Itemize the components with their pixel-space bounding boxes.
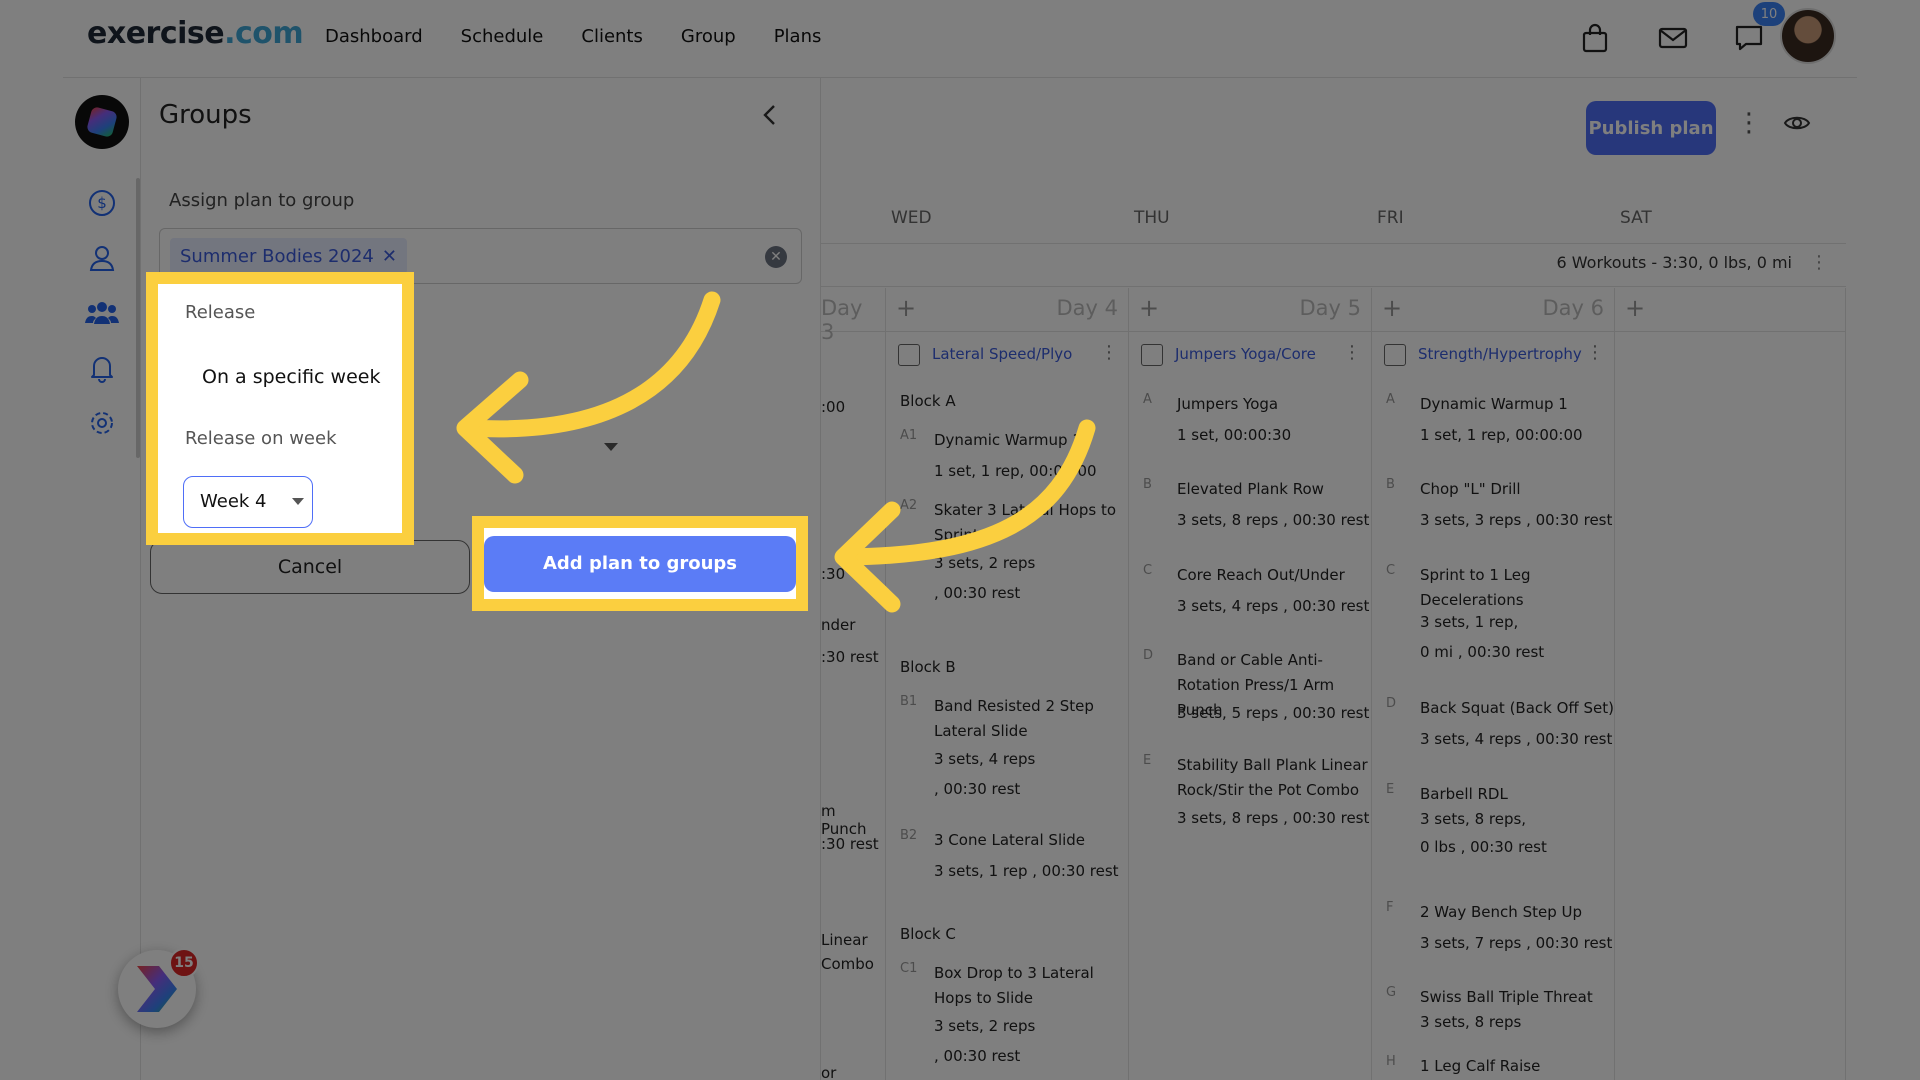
block-label: Block B xyxy=(900,658,956,676)
partial-text: or xyxy=(821,1064,837,1080)
day-column-7: + xyxy=(1615,288,1846,1080)
week-summary-row: 6 Workouts - 3:30, 0 lbs, 0 mi ⋮ xyxy=(821,243,1846,287)
cancel-button[interactable]: Cancel xyxy=(150,540,470,594)
add-plan-to-groups-button[interactable]: Add plan to groups xyxy=(484,535,796,592)
page-margin-right xyxy=(1857,0,1920,1080)
partial-text: :30 rest xyxy=(821,835,879,853)
day-column-4: + Day 4 Lateral Speed/Plyo ⋮ Block A A1 Dy… xyxy=(886,288,1129,1080)
day-column-5: + Day 5 Jumpers Yoga/Core ⋮ A Jumpers Yoga… xyxy=(1129,288,1372,1080)
clear-selection-icon[interactable]: ✕ xyxy=(765,246,787,268)
summary-more-icon[interactable]: ⋮ xyxy=(1810,252,1828,273)
day-header: + Day 4 xyxy=(886,288,1128,332)
release-label: Release xyxy=(185,302,256,323)
add-workout-icon[interactable]: + xyxy=(1139,294,1159,322)
bell-icon[interactable] xyxy=(85,351,119,385)
plan-calendar: Publish plan ⋮ WED THU FRI SAT 6 Workout… xyxy=(821,78,1857,1080)
top-navigation-bar: exercise.com Dashboard Schedule Clients … xyxy=(63,0,1857,78)
weekday-thu: THU xyxy=(1134,208,1170,228)
release-settings-highlight: Release On a specific week Release on we… xyxy=(146,272,414,545)
nav-plans[interactable]: Plans xyxy=(774,26,822,47)
assign-plan-label: Assign plan to group xyxy=(169,190,355,211)
nav-clients[interactable]: Clients xyxy=(581,26,643,47)
chip-label: Summer Bodies 2024 xyxy=(180,245,374,267)
group-icon[interactable] xyxy=(85,296,119,330)
weekday-sat: SAT xyxy=(1620,208,1652,228)
workout-title[interactable]: Lateral Speed/Plyo xyxy=(932,345,1072,363)
add-workout-icon[interactable]: + xyxy=(1625,294,1645,322)
publish-plan-button[interactable]: Publish plan xyxy=(1586,101,1716,155)
block-label: Block A xyxy=(900,392,956,410)
svg-text:$: $ xyxy=(97,194,107,212)
partial-text: nder xyxy=(821,616,856,634)
week-summary: 6 Workouts - 3:30, 0 lbs, 0 mi xyxy=(1556,253,1792,272)
workout-header: Strength/Hypertrophy ⋮ xyxy=(1372,332,1614,376)
preview-eye-icon[interactable] xyxy=(1781,108,1813,138)
release-dropdown-caret-icon[interactable] xyxy=(604,443,618,451)
widget-badge: 15 xyxy=(169,948,199,978)
dollar-icon[interactable]: $ xyxy=(85,186,119,220)
workout-more-icon[interactable]: ⋮ xyxy=(1100,342,1118,363)
collapse-panel-icon[interactable] xyxy=(761,104,779,132)
weekday-wed: WED xyxy=(891,208,932,228)
sidebar-scrollbar[interactable] xyxy=(136,178,140,458)
workout-more-icon[interactable]: ⋮ xyxy=(1586,342,1604,363)
day-header: + Day 6 xyxy=(1372,288,1614,332)
main-nav: Dashboard Schedule Clients Group Plans xyxy=(325,26,821,47)
day-column-3: Day 3 :00 :30 nder :30 rest m Punch :30 … xyxy=(821,288,886,1080)
day-header: Day 3 xyxy=(821,288,885,344)
workout-checkbox[interactable] xyxy=(898,344,920,366)
partial-text: :30 rest xyxy=(821,648,879,666)
brand-icon[interactable] xyxy=(75,95,129,149)
workout-checkbox[interactable] xyxy=(1384,344,1406,366)
partial-text: :00 xyxy=(821,398,846,416)
add-workout-icon[interactable]: + xyxy=(1382,294,1402,322)
app-logo[interactable]: exercise.com xyxy=(87,16,304,51)
add-workout-icon[interactable]: + xyxy=(896,294,916,322)
shopping-bag-icon[interactable] xyxy=(1577,20,1613,56)
add-plan-wrapper: Add plan to groups xyxy=(484,528,796,599)
selected-group-chip: Summer Bodies 2024 ✕ xyxy=(170,238,407,274)
block-label: Block C xyxy=(900,925,956,943)
workout-title[interactable]: Strength/Hypertrophy xyxy=(1418,345,1582,363)
day-header: + xyxy=(1615,288,1845,332)
day-column-6: + Day 6 Strength/Hypertrophy ⋮ A Dynamic W… xyxy=(1372,288,1615,1080)
partial-text: m Punch xyxy=(821,802,867,838)
workout-more-icon[interactable]: ⋮ xyxy=(1343,342,1361,363)
user-avatar[interactable] xyxy=(1780,8,1836,64)
settings-gear-icon[interactable] xyxy=(85,406,119,440)
partial-text: Combo xyxy=(821,955,874,973)
workout-header: Lateral Speed/Plyo ⋮ xyxy=(886,332,1128,376)
add-plan-highlight: Add plan to groups xyxy=(472,516,808,611)
chevron-down-icon xyxy=(292,498,304,505)
nav-group[interactable]: Group xyxy=(681,26,736,47)
release-week-label: Release on week xyxy=(185,428,337,449)
left-sidebar: $ xyxy=(63,78,141,1080)
chip-remove-icon[interactable]: ✕ xyxy=(382,246,397,267)
weekday-fri: FRI xyxy=(1377,208,1404,228)
week-select-value: Week 4 xyxy=(200,491,267,512)
release-select[interactable]: On a specific week xyxy=(202,366,380,388)
person-icon[interactable] xyxy=(85,241,119,275)
day-header: + Day 5 xyxy=(1129,288,1371,332)
week-select[interactable]: Week 4 xyxy=(183,476,313,528)
panel-title: Groups xyxy=(159,100,252,130)
partial-text: Linear xyxy=(821,931,868,949)
workout-title[interactable]: Jumpers Yoga/Core xyxy=(1175,345,1316,363)
release-settings: Release On a specific week Release on we… xyxy=(158,284,402,533)
nav-dashboard[interactable]: Dashboard xyxy=(325,26,423,47)
page-margin-left xyxy=(0,0,63,1080)
workout-checkbox[interactable] xyxy=(1141,344,1163,366)
more-options-icon[interactable]: ⋮ xyxy=(1736,108,1762,138)
workout-header: Jumpers Yoga/Core ⋮ xyxy=(1129,332,1371,376)
nav-schedule[interactable]: Schedule xyxy=(461,26,544,47)
mail-icon[interactable] xyxy=(1655,20,1691,56)
notification-badge: 10 xyxy=(1753,2,1785,26)
partial-text: :30 xyxy=(821,565,846,583)
